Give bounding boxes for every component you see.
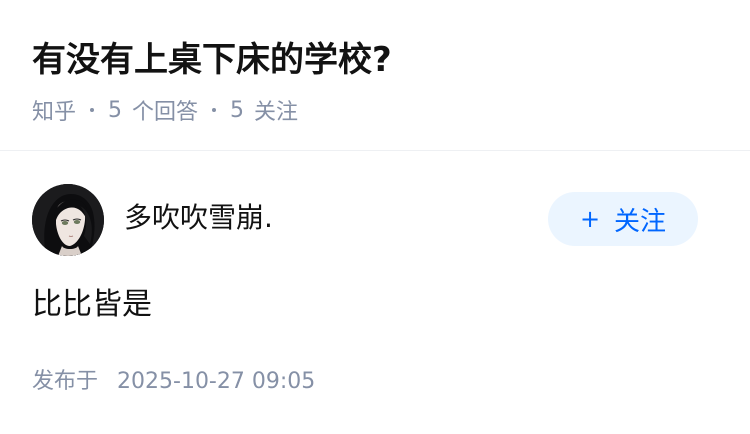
source-label[interactable]: 知乎 — [32, 94, 76, 126]
answer-content[interactable]: 比比皆是 — [32, 284, 152, 326]
follow-button[interactable]: + 关注 — [548, 192, 698, 246]
plus-icon: + — [579, 205, 601, 233]
question-meta: 知乎 5 个回答 5 关注 — [32, 94, 298, 126]
avatar[interactable] — [32, 184, 104, 256]
answer-card: 多吹吹雪崩. + 关注 比比皆是 发布于 2025-10-27 09:05 — [0, 152, 750, 434]
question-header: 有没有上桌下床的学校? 知乎 5 个回答 5 关注 — [0, 0, 750, 151]
follower-count: 5 — [230, 97, 245, 123]
author-name[interactable]: 多吹吹雪崩. — [124, 200, 273, 236]
separator-dot — [90, 108, 95, 112]
separator-dot — [212, 108, 217, 112]
question-title[interactable]: 有没有上桌下床的学校? — [32, 36, 392, 84]
publish-info: 发布于 2025-10-27 09:05 — [32, 366, 315, 398]
avatar-image — [32, 184, 104, 256]
publish-label: 发布于 — [32, 369, 99, 394]
publish-time: 2025-10-27 09:05 — [117, 369, 316, 394]
follower-count-label[interactable]: 关注 — [254, 94, 298, 126]
answer-count-label[interactable]: 个回答 — [132, 94, 198, 126]
answer-count: 5 — [108, 97, 123, 123]
follow-button-label: 关注 — [614, 206, 667, 237]
